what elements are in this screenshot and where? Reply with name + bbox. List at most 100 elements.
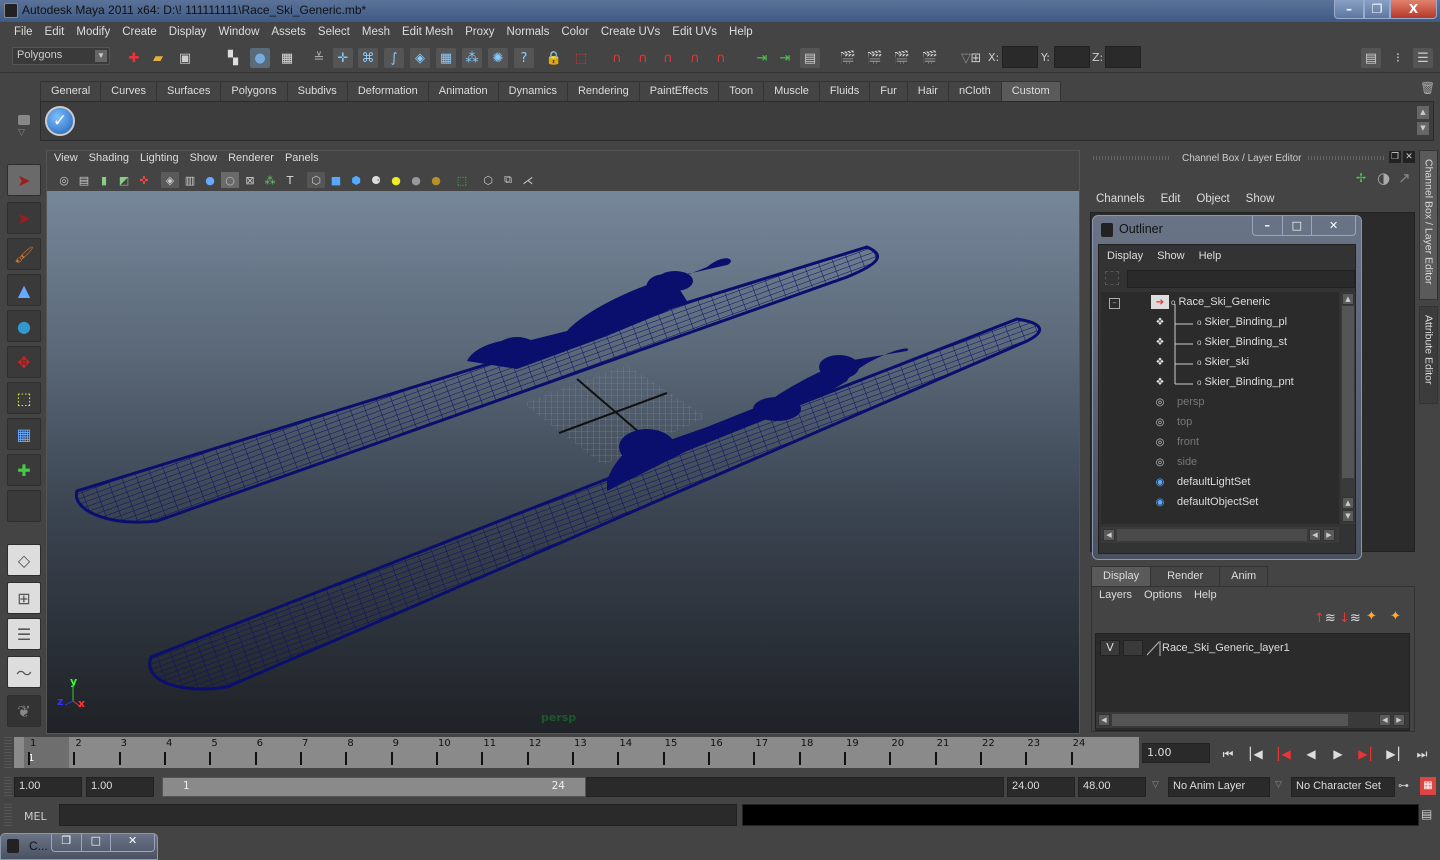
wireframe-icon[interactable]: ⬡ bbox=[307, 172, 325, 188]
lasso-tool-icon[interactable]: ➤ bbox=[7, 202, 41, 234]
shelf-tab-deformation[interactable]: Deformation bbox=[346, 81, 429, 101]
shelf-tab-general[interactable]: General bbox=[40, 81, 102, 101]
select-camera-icon[interactable]: ◎ bbox=[55, 172, 73, 188]
scroll-left-icon[interactable]: ◀ bbox=[1098, 714, 1110, 726]
channel-box-toggle-icon[interactable]: ☰ bbox=[1413, 48, 1433, 68]
gate-mask-icon[interactable]: ○ bbox=[221, 172, 239, 188]
scroll-up-icon[interactable]: ▲ bbox=[1342, 293, 1354, 305]
timeline-tick[interactable]: 5 bbox=[209, 737, 255, 768]
scroll-up-icon[interactable]: ▲ bbox=[1342, 497, 1354, 509]
input-connections-icon[interactable]: ⇥ bbox=[752, 48, 772, 68]
cb-menu-edit[interactable]: Edit bbox=[1161, 193, 1181, 205]
save-scene-icon[interactable]: ▣ bbox=[175, 48, 195, 68]
float-panel-icon[interactable]: ❐ bbox=[1389, 151, 1401, 163]
film-gate-icon[interactable]: ▥ bbox=[181, 172, 199, 188]
timeline-tick[interactable]: 15 bbox=[662, 737, 709, 768]
timeline-tick[interactable]: 20 bbox=[889, 737, 935, 768]
menu-modify[interactable]: Modify bbox=[70, 26, 116, 38]
shelf-tab-fluids[interactable]: Fluids bbox=[818, 81, 871, 101]
shelf-tab-toon[interactable]: Toon bbox=[718, 81, 765, 101]
outliner-filter-input[interactable] bbox=[1127, 270, 1355, 288]
timeline-tick[interactable]: 18 bbox=[798, 737, 845, 768]
timeline-tick[interactable]: 1 bbox=[28, 737, 74, 768]
manipulator-icon[interactable]: ✢ bbox=[1356, 171, 1366, 185]
shelf-tab-subdivs[interactable]: Subdivs bbox=[286, 81, 348, 101]
attribute-editor-toggle-icon[interactable]: ▤ bbox=[1361, 48, 1381, 68]
step-forward-key-icon[interactable]: ▶⎮ bbox=[1355, 744, 1377, 764]
maximize-window-button[interactable]: □ bbox=[82, 834, 112, 851]
h-scroll-thumb[interactable] bbox=[1112, 714, 1348, 726]
default-lighting-icon[interactable]: ● bbox=[387, 172, 405, 188]
menu-help[interactable]: Help bbox=[723, 26, 759, 38]
restore-window-button[interactable]: ❐ bbox=[52, 834, 82, 851]
isolate-select-icon[interactable]: ⬚ bbox=[453, 172, 471, 188]
trash-icon[interactable]: 🗑 bbox=[1420, 81, 1435, 95]
timeline-tick[interactable]: 7 bbox=[300, 737, 346, 768]
bookmarks-icon[interactable]: ▮ bbox=[95, 172, 113, 188]
snap-surface-icon[interactable]: ⁂ bbox=[462, 48, 482, 68]
layer-menu-options[interactable]: Options bbox=[1144, 589, 1182, 601]
outliner-item[interactable]: ◎ persp bbox=[1151, 392, 1205, 412]
range-slider[interactable]: 1 24 bbox=[162, 777, 586, 797]
shelf-tab-painteffects[interactable]: PaintEffects bbox=[638, 81, 720, 101]
shadows-icon[interactable]: ● bbox=[407, 172, 425, 188]
field-chart-icon[interactable]: ⊠ bbox=[241, 172, 259, 188]
outliner-item[interactable]: ◉ defaultLightSet bbox=[1151, 472, 1251, 492]
outliner-item[interactable]: ❖ o Skier_Binding_st bbox=[1151, 332, 1288, 352]
2d-pan-zoom-icon[interactable]: ✜ bbox=[135, 172, 153, 188]
render-frame-icon[interactable]: 🎬 bbox=[865, 48, 885, 68]
shelf-scroll-up[interactable]: ▲ bbox=[1417, 106, 1429, 119]
paint-select-tool-icon[interactable]: 🖌 bbox=[7, 238, 41, 270]
current-frame-field[interactable]: 1.00 bbox=[1142, 743, 1210, 763]
shelf-tab-curves[interactable]: Curves bbox=[100, 81, 157, 101]
auto-key-icon[interactable]: ⊶ bbox=[1398, 779, 1409, 792]
help-icon[interactable]: ? bbox=[514, 48, 534, 68]
menu-edit[interactable]: Edit bbox=[39, 26, 71, 38]
menu-set-dropdown[interactable]: Polygons ▼ bbox=[12, 47, 110, 65]
snap-view-icon[interactable]: ▦ bbox=[436, 48, 456, 68]
menu-assets[interactable]: Assets bbox=[265, 26, 312, 38]
open-scene-icon[interactable]: ▰ bbox=[148, 48, 168, 68]
menu-display[interactable]: Display bbox=[163, 26, 213, 38]
minimized-window[interactable]: C... ❐ □ ✕ bbox=[0, 833, 158, 860]
output-connections-icon[interactable]: ⇥ bbox=[775, 48, 795, 68]
time-slider-grip[interactable] bbox=[4, 737, 12, 768]
speed-display-icon[interactable]: ◑ bbox=[1377, 169, 1390, 187]
collapse-toggle[interactable]: – bbox=[1109, 298, 1120, 309]
menu-mesh[interactable]: Mesh bbox=[356, 26, 396, 38]
x-field[interactable] bbox=[1002, 46, 1038, 68]
3d-viewport[interactable]: y x z persp bbox=[47, 191, 1079, 733]
outliner-menu-help[interactable]: Help bbox=[1199, 250, 1222, 262]
outliner-item[interactable]: ❖ o Skier_ski bbox=[1151, 352, 1250, 372]
timeline-tick[interactable]: 17 bbox=[753, 737, 799, 768]
shelf-tab-fur[interactable]: Fur bbox=[869, 81, 908, 101]
filter-selection-icon[interactable] bbox=[1105, 271, 1119, 285]
menu-edit-mesh[interactable]: Edit Mesh bbox=[396, 26, 459, 38]
timeline-tick[interactable]: 10 bbox=[436, 737, 482, 768]
ipr-render-icon[interactable]: 🎬 bbox=[892, 48, 912, 68]
close-button[interactable]: X bbox=[1390, 0, 1437, 19]
layer-tab-anim[interactable]: Anim bbox=[1219, 566, 1269, 586]
grid-icon[interactable]: ◈ bbox=[161, 172, 179, 188]
move-layer-down-icon[interactable]: ↓≋ bbox=[1339, 611, 1361, 626]
layer-menu-layers[interactable]: Layers bbox=[1099, 589, 1132, 601]
range-grip[interactable] bbox=[4, 777, 12, 797]
outliner-item[interactable]: ◎ side bbox=[1151, 452, 1198, 472]
vp-menu-panels[interactable]: Panels bbox=[285, 152, 327, 164]
outliner-horizontal-scrollbar[interactable]: ◀ ◀ ▶ bbox=[1101, 527, 1339, 543]
z-field[interactable] bbox=[1105, 46, 1141, 68]
start-time-field[interactable]: 1.00 bbox=[14, 777, 82, 797]
playback-start-field[interactable]: 1.00 bbox=[86, 777, 154, 797]
last-tool-slot[interactable] bbox=[7, 490, 41, 522]
layer-tab-display[interactable]: Display bbox=[1091, 566, 1152, 586]
scroll-left-icon[interactable]: ◀ bbox=[1309, 529, 1321, 541]
new-layer-from-selected-icon[interactable]: ✦ bbox=[1390, 609, 1401, 624]
minimize-button[interactable]: – bbox=[1334, 0, 1364, 19]
playback-end-field[interactable]: 24.00 bbox=[1007, 777, 1075, 797]
animation-preferences-icon[interactable]: ▦ bbox=[1420, 777, 1436, 795]
menu-proxy[interactable]: Proxy bbox=[459, 26, 500, 38]
shelf-tab-surfaces[interactable]: Surfaces bbox=[155, 81, 222, 101]
scroll-right-icon[interactable]: ▶ bbox=[1393, 714, 1405, 726]
y-field[interactable] bbox=[1054, 46, 1090, 68]
selection-mask-icon[interactable]: ≚ bbox=[309, 48, 329, 68]
